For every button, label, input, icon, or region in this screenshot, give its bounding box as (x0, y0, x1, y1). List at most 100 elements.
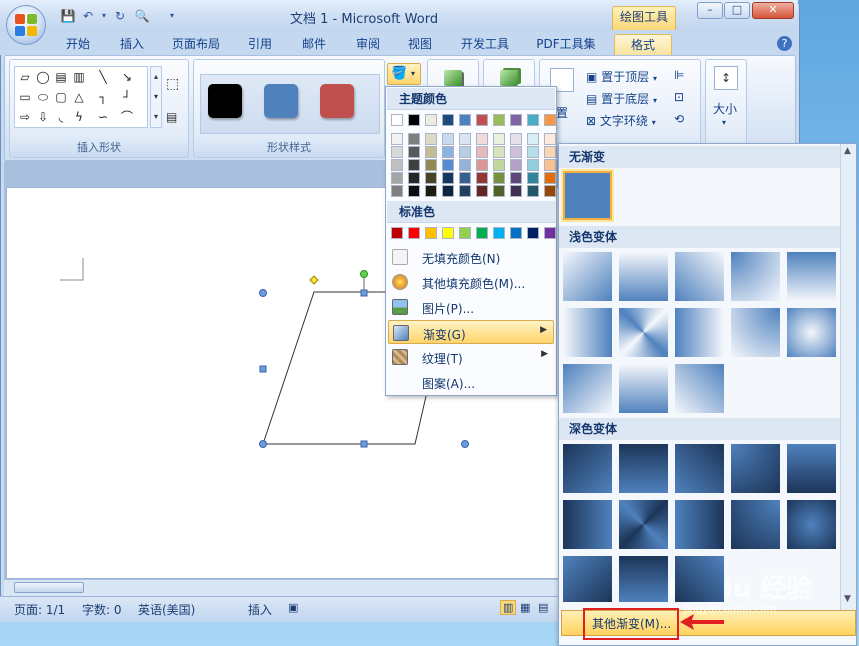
tab-view[interactable]: 视图 (398, 34, 442, 55)
standard-color-swatch[interactable] (527, 227, 539, 239)
send-to-back-button[interactable]: ▤ 置于底层 ▾ (586, 90, 657, 107)
minimize-button[interactable]: – (697, 2, 723, 19)
curve-shape-icon[interactable]: ∽ (95, 110, 111, 124)
dark-gradient-tile[interactable] (563, 444, 612, 493)
tab-home[interactable]: 开始 (56, 34, 100, 55)
theme-tint-swatch[interactable] (544, 172, 556, 184)
theme-tint-swatch[interactable] (510, 146, 522, 158)
shape-style-red[interactable] (320, 84, 354, 118)
tab-developer[interactable]: 开发工具 (454, 34, 516, 55)
gallery-scrollbar[interactable]: ▲ ▼ (840, 144, 856, 610)
reading-view-icon[interactable]: ▦ (520, 601, 530, 614)
light-gradient-tile[interactable] (563, 308, 612, 357)
theme-color-swatch[interactable] (527, 114, 539, 126)
line-shape-icon[interactable]: ╲ (95, 70, 111, 84)
theme-tint-swatch[interactable] (391, 133, 403, 145)
theme-tint-swatch[interactable] (476, 159, 488, 171)
tab-references[interactable]: 引用 (238, 34, 282, 55)
theme-tint-swatch[interactable] (544, 185, 556, 197)
lightning-shape-icon[interactable]: ϟ (71, 110, 87, 124)
print-layout-view-icon[interactable]: ▥ (500, 600, 517, 615)
group-icon[interactable]: ⊡ (674, 90, 684, 104)
freeform-shape-icon[interactable]: ⌒ (119, 110, 135, 124)
theme-tint-swatch[interactable] (510, 172, 522, 184)
theme-tint-swatch[interactable] (442, 146, 454, 158)
rotate-icon[interactable]: ⟲ (674, 112, 684, 126)
theme-color-swatch[interactable] (544, 114, 556, 126)
light-gradient-tile[interactable] (675, 252, 724, 301)
tab-page-layout[interactable]: 页面布局 (166, 34, 226, 55)
dark-gradient-tile[interactable] (563, 500, 612, 549)
theme-tint-swatch[interactable] (442, 172, 454, 184)
theme-color-swatch[interactable] (442, 114, 454, 126)
theme-tint-swatch[interactable] (527, 185, 539, 197)
standard-color-swatch[interactable] (544, 227, 556, 239)
shape-style-blue[interactable] (264, 84, 298, 118)
close-button[interactable]: ✕ (752, 2, 794, 19)
rectangle-shape-icon[interactable]: ▭ (17, 90, 33, 104)
theme-tint-swatch[interactable] (544, 146, 556, 158)
theme-tint-swatch[interactable] (493, 159, 505, 171)
callout-shape-icon[interactable]: ◟ (53, 110, 69, 124)
scroll-up-icon[interactable]: ▲ (844, 146, 851, 156)
theme-tint-swatch[interactable] (425, 159, 437, 171)
theme-color-swatch[interactable] (510, 114, 522, 126)
insert-mode-indicator[interactable]: 插入 (248, 601, 272, 618)
theme-tint-swatch[interactable] (459, 185, 471, 197)
theme-tint-swatch[interactable] (493, 185, 505, 197)
theme-tint-swatch[interactable] (408, 133, 420, 145)
language-indicator[interactable]: 英语(美国) (138, 601, 195, 618)
theme-tint-swatch[interactable] (459, 146, 471, 158)
dark-gradient-tile[interactable] (619, 444, 668, 493)
theme-tint-swatch[interactable] (493, 133, 505, 145)
maximize-button[interactable]: □ (724, 2, 750, 19)
triangle-shape-icon[interactable]: △ (71, 90, 87, 104)
parallelogram-shape-icon[interactable]: ▱ (17, 70, 33, 84)
office-button[interactable] (6, 5, 46, 45)
more-fill-colors-item[interactable]: 其他填充颜色(M)... (388, 270, 554, 294)
theme-tint-swatch[interactable] (391, 172, 403, 184)
save-icon[interactable]: 💾 (60, 8, 76, 24)
theme-tint-swatch[interactable] (425, 146, 437, 158)
theme-tint-swatch[interactable] (476, 133, 488, 145)
chevron-down-icon[interactable]: ▾ (722, 118, 726, 127)
light-gradient-tile[interactable] (619, 252, 668, 301)
theme-tint-swatch[interactable] (408, 159, 420, 171)
size-button-label[interactable]: 大小 (713, 100, 737, 117)
dark-gradient-tile[interactable] (619, 556, 668, 602)
oval-shape-icon[interactable]: ◯ (35, 70, 51, 84)
pattern-fill-item[interactable]: 图案(A)... (388, 370, 554, 394)
picture-fill-item[interactable]: 图片(P)... (388, 295, 554, 319)
light-gradient-tile[interactable] (731, 308, 780, 357)
theme-tint-swatch[interactable] (527, 133, 539, 145)
standard-color-swatch[interactable] (391, 227, 403, 239)
elbow-arrow-connector-icon[interactable]: ┘ (119, 90, 135, 104)
theme-tint-swatch[interactable] (510, 133, 522, 145)
shape-fill-button[interactable]: 🪣 ▾ (387, 63, 421, 85)
gradient-fill-item[interactable]: 渐变(G) ▶ (388, 320, 554, 344)
theme-tint-swatch[interactable] (408, 146, 420, 158)
rounded-rect-shape-icon[interactable]: ▢ (53, 90, 69, 104)
theme-tint-swatch[interactable] (527, 172, 539, 184)
customize-qat-icon[interactable]: ▾ (164, 8, 180, 24)
horizontal-scroll-thumb[interactable] (14, 582, 84, 593)
macro-record-icon[interactable]: ▣ (288, 601, 298, 614)
theme-tint-swatch[interactable] (391, 159, 403, 171)
theme-color-swatch[interactable] (391, 114, 403, 126)
theme-tint-swatch[interactable] (527, 159, 539, 171)
theme-tint-swatch[interactable] (493, 146, 505, 158)
standard-color-swatch[interactable] (408, 227, 420, 239)
shapes-gallery-scroll[interactable]: ▴ ▾ ▾ (150, 66, 162, 128)
theme-tint-swatch[interactable] (408, 185, 420, 197)
theme-tint-swatch[interactable] (510, 159, 522, 171)
dark-gradient-tile[interactable] (675, 444, 724, 493)
elbow-connector-icon[interactable]: ┐ (95, 90, 111, 104)
light-gradient-tile[interactable] (619, 308, 668, 357)
bring-to-front-button[interactable]: ▣ 置于顶层 ▾ (586, 68, 657, 85)
theme-tint-swatch[interactable] (425, 185, 437, 197)
tab-review[interactable]: 审阅 (346, 34, 390, 55)
theme-tint-swatch[interactable] (442, 185, 454, 197)
theme-tint-swatch[interactable] (544, 133, 556, 145)
theme-tint-swatch[interactable] (476, 146, 488, 158)
tab-mailings[interactable]: 邮件 (292, 34, 336, 55)
